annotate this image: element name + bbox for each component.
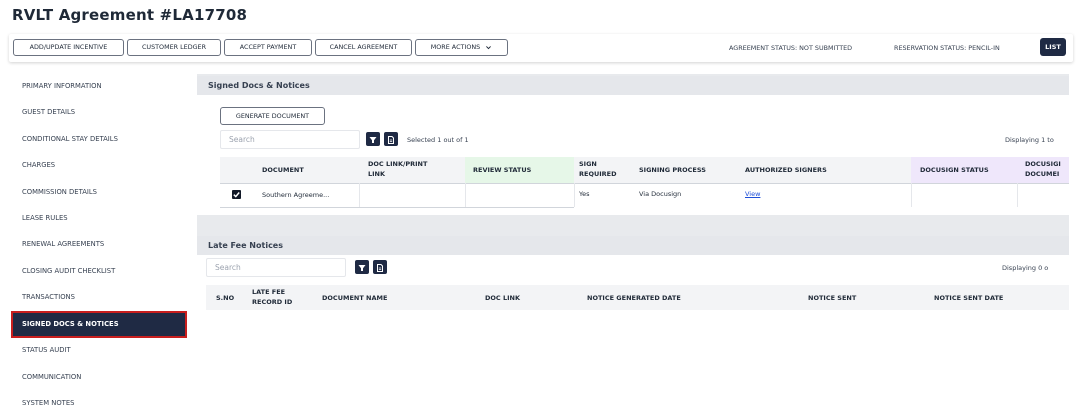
cell-divider bbox=[574, 183, 575, 207]
accept-payment-button[interactable]: ACCEPT PAYMENT bbox=[224, 39, 312, 56]
cell-divider bbox=[1017, 183, 1018, 207]
col-document-name[interactable]: DOCUMENT NAME bbox=[322, 294, 387, 303]
reservation-status: RESERVATION STATUS: PENCIL-IN bbox=[894, 44, 1000, 52]
signed-docs-pagination: Displaying 1 to bbox=[1005, 136, 1054, 144]
col-docusign-document-line2: DOCUMEI bbox=[1025, 170, 1060, 178]
agreement-status: AGREEMENT STATUS: NOT SUBMITTED bbox=[729, 44, 853, 52]
cell-divider bbox=[359, 183, 360, 207]
late-fee-panel bbox=[197, 255, 1069, 419]
sidebar-item-status-audit[interactable]: STATUS AUDIT bbox=[11, 337, 187, 364]
list-button[interactable]: LIST bbox=[1040, 38, 1066, 56]
cell-document[interactable]: Southern Agreeme... bbox=[262, 191, 329, 199]
col-sno[interactable]: S.NO bbox=[216, 294, 234, 303]
cell-divider bbox=[911, 183, 912, 207]
col-notice-sent-date[interactable]: NOTICE SENT DATE bbox=[934, 294, 1003, 303]
view-signers-link[interactable]: View bbox=[745, 190, 760, 198]
col-notice-generated-date[interactable]: NOTICE GENERATED DATE bbox=[587, 294, 681, 303]
sidebar-item-communication[interactable]: COMMUNICATION bbox=[11, 364, 187, 391]
add-update-incentive-button[interactable]: ADD/UPDATE INCENTIVE bbox=[13, 39, 124, 56]
signed-docs-search-input[interactable]: Search bbox=[220, 130, 360, 149]
more-actions-button[interactable]: MORE ACTIONS bbox=[415, 39, 508, 56]
late-fee-search-input[interactable]: Search bbox=[206, 258, 346, 277]
col-doc-link-line2: LINK bbox=[368, 170, 386, 178]
col-signing-process[interactable]: SIGNING PROCESS bbox=[639, 166, 706, 175]
chevron-down-icon bbox=[486, 45, 492, 49]
generate-document-button[interactable]: GENERATE DOCUMENT bbox=[220, 107, 325, 125]
col-doc-link-line1[interactable]: DOC LINK/PRINT bbox=[368, 160, 427, 169]
sidebar-item-primary-information[interactable]: PRIMARY INFORMATION bbox=[11, 73, 187, 100]
col-late-fee-record-line2: RECORD ID bbox=[252, 298, 293, 306]
filter-icon[interactable] bbox=[366, 132, 380, 146]
sidebar-item-signed-docs-notices[interactable]: SIGNED DOCS & NOTICES bbox=[11, 311, 187, 338]
col-doc-link[interactable]: DOC LINK bbox=[485, 294, 520, 303]
selection-count: Selected 1 out of 1 bbox=[407, 136, 469, 144]
sidebar-item-guest-details[interactable]: GUEST DETAILS bbox=[11, 99, 187, 126]
late-fee-header: Late Fee Notices bbox=[197, 236, 1069, 255]
col-sign-required-line2: REQUIRED bbox=[579, 170, 617, 178]
sidebar-item-conditional-stay-details[interactable]: CONDITIONAL STAY DETAILS bbox=[11, 126, 187, 153]
signed-docs-header: Signed Docs & Notices bbox=[197, 76, 1069, 95]
col-authorized-signers[interactable]: AUTHORIZED SIGNERS bbox=[745, 166, 827, 175]
col-sign-required-line1[interactable]: SIGN bbox=[579, 160, 597, 169]
sidebar-item-charges[interactable]: CHARGES bbox=[11, 152, 187, 179]
customer-ledger-button[interactable]: CUSTOMER LEDGER bbox=[127, 39, 221, 56]
sidebar-item-transactions[interactable]: TRANSACTIONS bbox=[11, 284, 187, 311]
col-late-fee-record-line1[interactable]: LATE FEE bbox=[252, 288, 285, 297]
cell-signing-process: Via Docusign bbox=[639, 190, 682, 198]
late-fee-pagination: Displaying 0 o bbox=[1002, 264, 1049, 272]
col-docusign-status[interactable]: DOCUSIGN STATUS bbox=[920, 166, 989, 175]
sidebar-item-system-notes[interactable]: SYSTEM NOTES bbox=[11, 390, 187, 417]
action-toolbar: ADD/UPDATE INCENTIVE CUSTOMER LEDGER ACC… bbox=[9, 34, 1073, 62]
col-review-status[interactable]: REVIEW STATUS bbox=[473, 166, 531, 175]
col-docusign-document-line1[interactable]: DOCUSIGI bbox=[1025, 160, 1061, 169]
sidebar-item-lease-rules[interactable]: LEASE RULES bbox=[11, 205, 187, 232]
col-document[interactable]: DOCUMENT bbox=[262, 166, 304, 175]
row-checkbox[interactable] bbox=[232, 190, 241, 199]
sidebar-item-closing-audit-checklist[interactable]: CLOSING AUDIT CHECKLIST bbox=[11, 258, 187, 285]
filter-icon[interactable] bbox=[355, 260, 369, 274]
check-icon bbox=[233, 192, 240, 198]
sidebar-nav: PRIMARY INFORMATION GUEST DETAILS CONDIT… bbox=[0, 68, 192, 419]
row-divider bbox=[220, 183, 1069, 184]
sidebar-item-commission-details[interactable]: COMMISSION DETAILS bbox=[11, 179, 187, 206]
document-icon[interactable] bbox=[373, 260, 387, 274]
row-divider bbox=[220, 207, 574, 208]
col-notice-sent[interactable]: NOTICE SENT bbox=[808, 294, 856, 303]
document-icon[interactable] bbox=[384, 132, 398, 146]
page-title: RVLT Agreement #LA17708 bbox=[12, 6, 248, 24]
cell-sign-required: Yes bbox=[579, 190, 590, 198]
more-actions-label: MORE ACTIONS bbox=[430, 43, 481, 51]
cancel-agreement-button[interactable]: CANCEL AGREEMENT bbox=[315, 39, 412, 56]
sidebar-item-renewal-agreements[interactable]: RENEWAL AGREEMENTS bbox=[11, 231, 187, 258]
cell-divider bbox=[465, 183, 466, 207]
